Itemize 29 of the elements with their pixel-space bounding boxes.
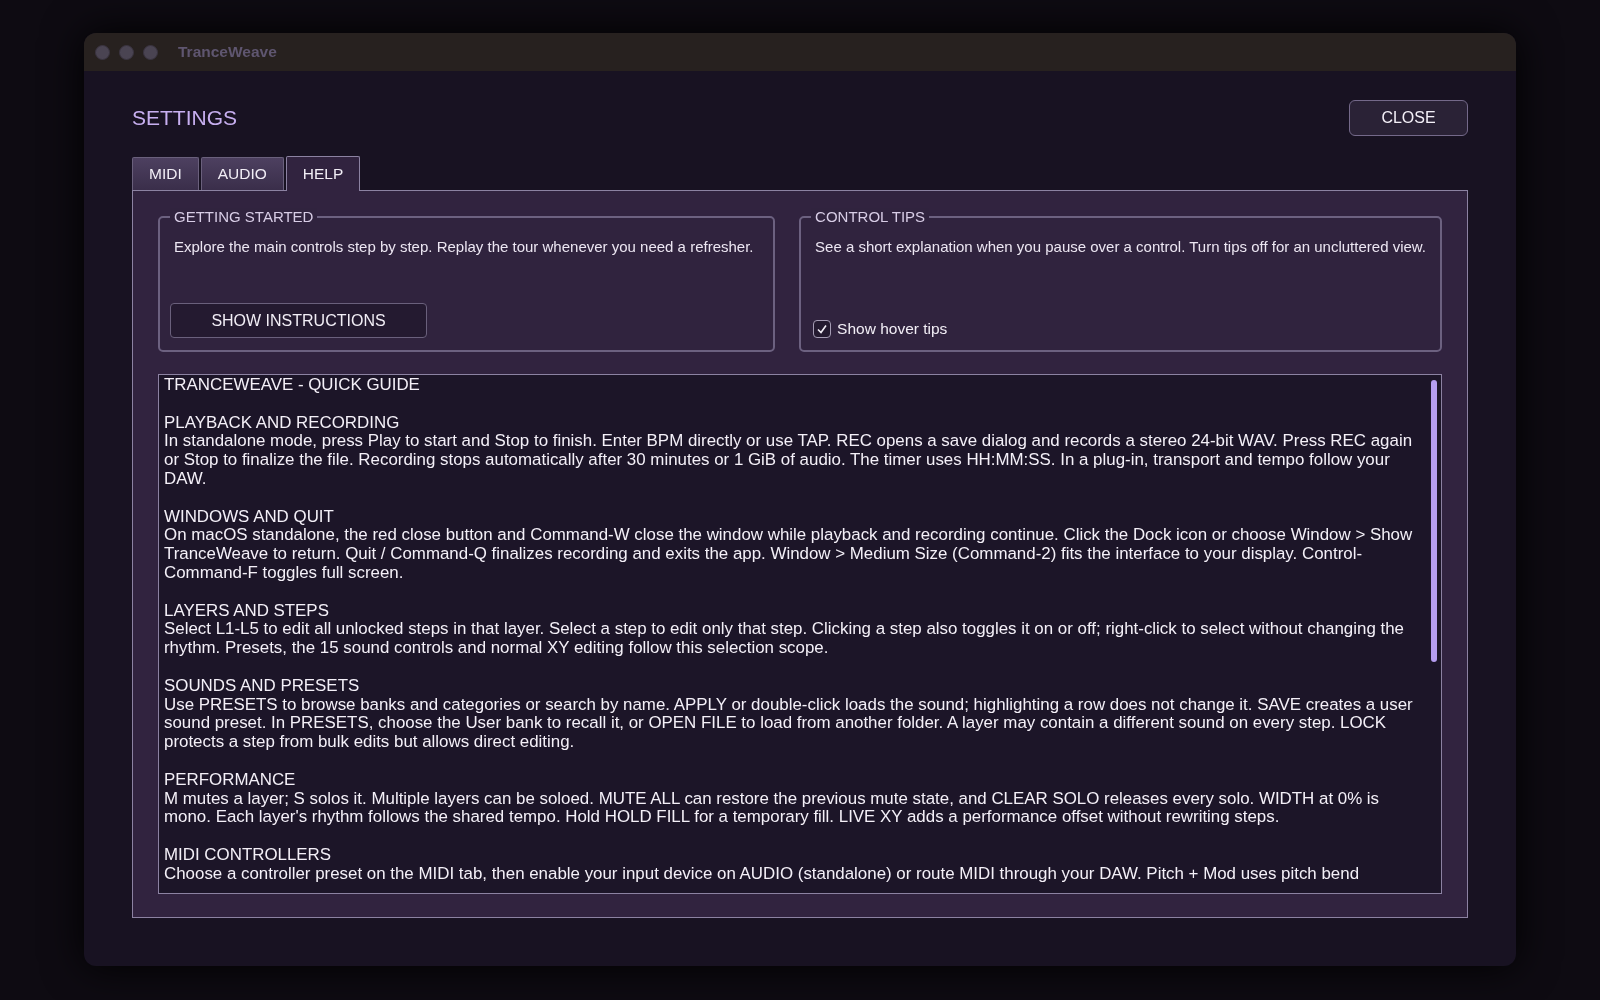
section-text: Use PRESETS to browse banks and categories or search by name. APPLY or double-click loads the sound; highlighting a row does not change it. SAVE creates a user sound preset. In PRESETS, choose the User bank to recall it, or OPEN FILE to load from another folder. A layer may contain a different sound on every step. LOCK protects a step from bulk edits but allows direct editing. (164, 695, 1414, 752)
tab[interactable]: HELP (285, 156, 361, 191)
window-button[interactable] (95, 44, 110, 60)
window-button[interactable] (143, 44, 158, 60)
section-heading: PLAYBACK AND RECORDING (164, 413, 401, 433)
section-text: M mutes a layer; S solos it. Multiple layers can be soloed. MUTE ALL can restore the previous mute state, and CLEAR SOLO releases every solo. WIDTH at 0% is mono. Each layer's rhythm follows the shared tempo. Hold HOLD FILL for a temporary fill. LIVE XY adds a performance offset without rewriting steps. (164, 789, 1381, 828)
checkbox-label[interactable]: Show hover tips (837, 320, 948, 338)
close-button[interactable]: CLOSE (1349, 100, 1468, 136)
group-description: See a short explanation when you pause over a control. Turn tips off for an uncluttered view. (815, 238, 1426, 255)
section-heading: SOUNDS AND PRESETS (164, 676, 361, 696)
window-button[interactable] (119, 44, 134, 60)
guide-title: TRANCEWEAVE - QUICK GUIDE (164, 376, 421, 395)
tab[interactable]: AUDIO (200, 157, 284, 190)
section-text: In standalone mode, press Play to start and Stop to finish. Enter BPM directly or use TAP. REC opens a save dialog and records a stereo 24-bit WAV. Press REC again or Stop to finalize the file. Recording stops automatically after 30 minutes or 1 GiB of audio. The timer uses HH:MM:SS. In a plug-in, transport and tempo follow your DAW. (164, 432, 1414, 489)
section-heading: LAYERS AND STEPS (164, 601, 330, 621)
show-instructions-button[interactable]: SHOW INSTRUCTIONS (170, 303, 427, 338)
section-text: Choose a controller preset on the MIDI tab, then enable your input device on AUDIO (standalone) or route MIDI through your DAW. Pitch + Mod uses pitch bend (164, 864, 1361, 884)
tab[interactable]: MIDI (132, 157, 199, 190)
check-icon (816, 323, 829, 335)
scrollbar-thumb[interactable] (1431, 380, 1437, 662)
dialog-title: SETTINGS (132, 106, 237, 130)
checkbox[interactable] (813, 320, 832, 338)
group-description: Explore the main controls step by step. Replay the tour whenever you need a refresher. (174, 238, 755, 255)
section-text: On macOS standalone, the red close button and Command-W close the window while playback and recording continue. Click the Dock icon or choose Window > Show TranceWeave to return. Quit / Command-Q finalizes recording and exits the app. Window > Medium Size (Command-2) fits the interface to your display. Control-Command-F toggles full screen. (164, 526, 1414, 583)
section-heading: PERFORMANCE (164, 770, 297, 790)
section-text: Select L1-L5 to edit all unlocked steps in that layer. Select a step to edit only that step. Clicking a step also toggles it on or off; right-click to select without changing the rhythm. Presets, the 15 sound controls and normal XY editing follow this selection scope. (164, 620, 1405, 658)
section-heading: MIDI CONTROLLERS (164, 845, 333, 865)
window-title: TranceWeave (178, 43, 277, 61)
section-heading: WINDOWS AND QUIT (164, 507, 335, 527)
